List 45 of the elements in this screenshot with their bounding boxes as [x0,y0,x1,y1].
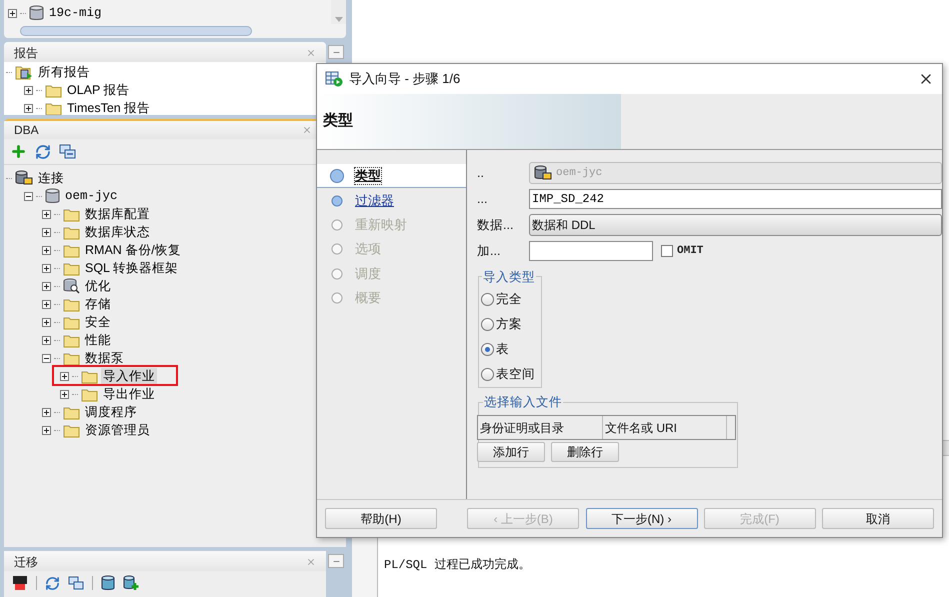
radio-label: 表 [496,341,509,358]
name-field[interactable]: IMP_SD_242 [529,189,942,209]
tree-item[interactable]: RMAN 备份/恢复 [83,242,183,258]
tree-item[interactable]: TimesTen 报告 [65,100,152,115]
radio-label: 表空间 [496,366,535,384]
tree-item[interactable]: 19c-mig [47,5,104,21]
column-header[interactable]: 文件名或 URI [603,416,727,439]
column-header[interactable]: 身份证明或目录 [478,416,603,439]
tree-item[interactable]: 调度程序 [83,404,139,420]
wizard-step[interactable]: 过滤器 [355,192,394,209]
tree-item[interactable]: SQL 转换器框架 [83,260,180,276]
step-header: 类型 [323,111,353,132]
tree-item[interactable]: 存储 [83,296,113,312]
tree-item[interactable]: 导出作业 [101,386,157,402]
tree-item[interactable]: 数据库状态 [83,224,152,240]
tree-item[interactable]: 资源管理员 [83,422,152,438]
tree-item[interactable]: oem-jyc [63,188,120,204]
tree-item[interactable]: 数据泵 [83,350,126,366]
dialog-button[interactable]: 下一步(N) › [586,508,698,529]
tree-item[interactable]: 所有报告 [36,64,92,80]
checkbox-label: OMIT [677,244,704,259]
tree-item[interactable]: 优化 [83,278,113,294]
field-label: 加... [477,242,502,260]
output-message: PL/SQL 过程已成功完成。 [384,558,530,572]
wizard-step[interactable]: 类型 [355,168,381,184]
dialog-button[interactable]: 帮助(H) [325,508,437,529]
tree-item[interactable]: 连接 [36,170,66,186]
table-row-button[interactable]: 添加行 [477,442,545,462]
radio-label: 完全 [496,291,522,308]
tree-item[interactable]: 数据库配置 [83,206,152,222]
dialog-title: 导入向导 - 步骤 1/6 [349,70,462,88]
tree-item[interactable]: 导入作业 [101,368,157,384]
field-label: ... [477,190,488,208]
field-label: 数据... [477,216,514,234]
dialog-button[interactable]: 取消 [822,508,934,529]
tree-item[interactable]: 性能 [83,332,113,348]
data-dropdown[interactable]: 数据和 DDL [529,214,942,236]
radio-label: 方案 [496,316,522,334]
panel-title: 报告 [14,45,39,62]
panel-title: 迁移 [14,554,39,571]
table-row-button[interactable]: 删除行 [551,442,619,462]
tree-item[interactable]: OLAP 报告 [65,82,132,98]
panel-title: DBA [14,122,40,139]
tree-item[interactable]: 安全 [83,314,113,330]
field-label: .. [477,164,485,182]
